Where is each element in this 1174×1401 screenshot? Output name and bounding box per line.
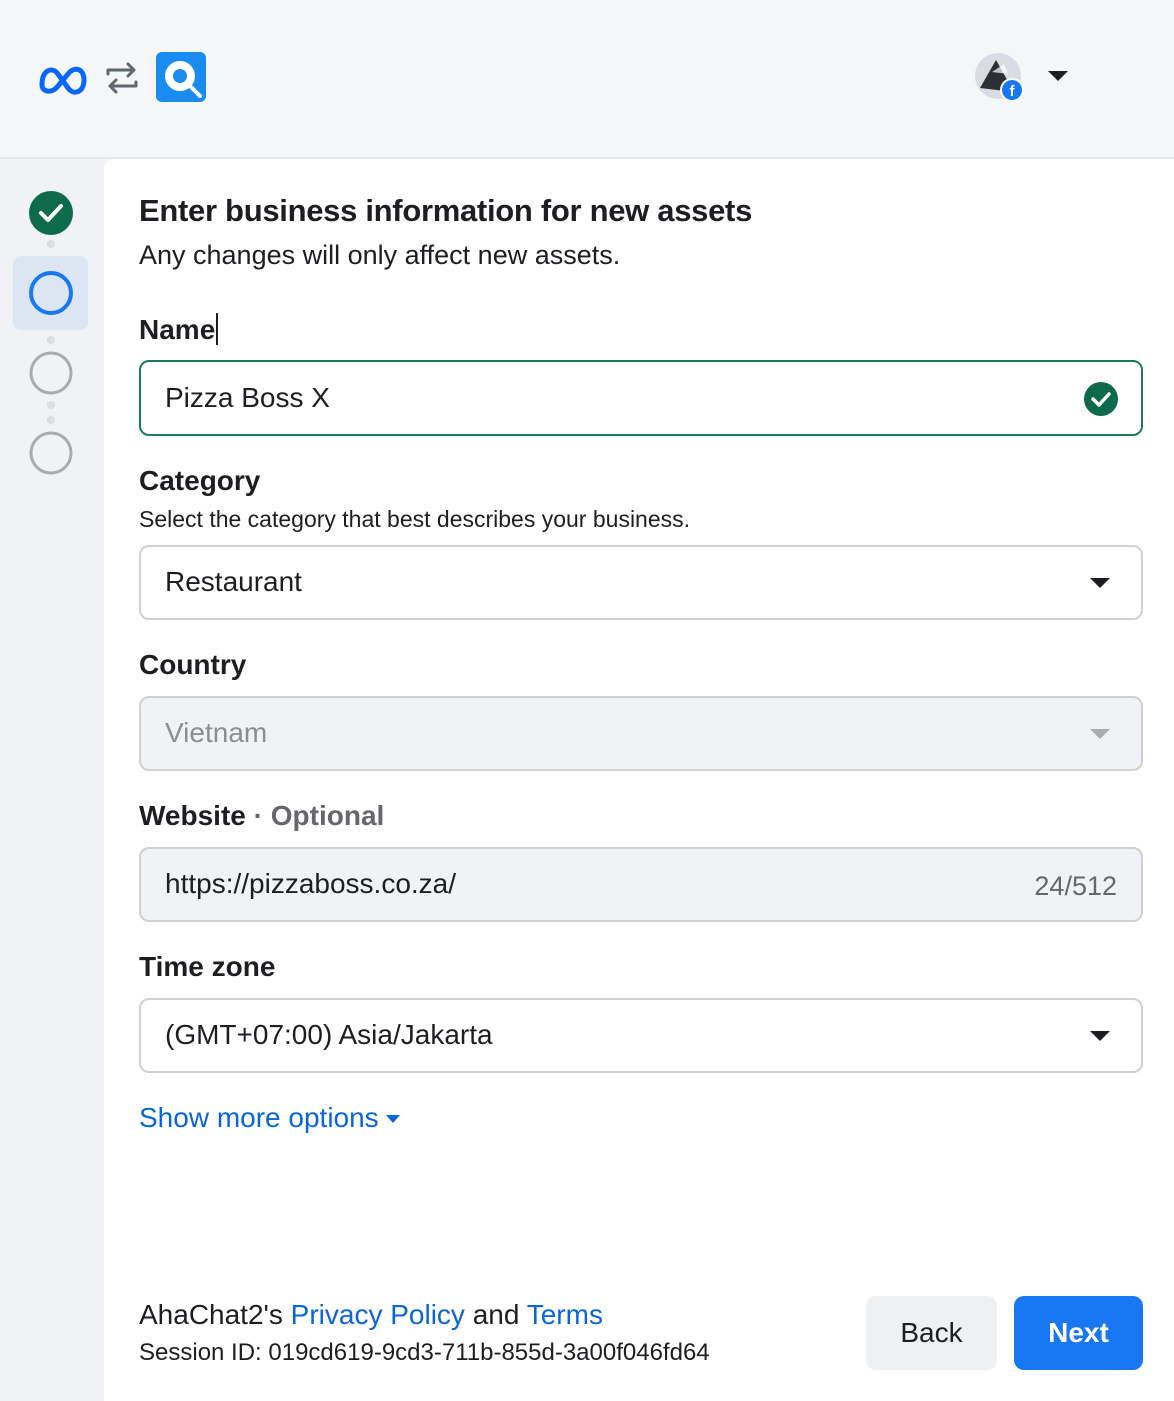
terms-link[interactable]: Terms — [527, 1299, 603, 1330]
chevron-down-icon — [1090, 1031, 1110, 1041]
step-sidebar — [0, 159, 104, 1401]
back-button[interactable]: Back — [866, 1296, 997, 1370]
timezone-label: Time zone — [139, 951, 276, 982]
website-value: https://pizzaboss.co.za/ — [165, 868, 457, 899]
website-input[interactable]: https://pizzaboss.co.za/ 24/512 — [139, 847, 1143, 922]
page-title: Enter business information for new asset… — [139, 193, 753, 228]
legal-text: AhaChat2's Privacy Policy and Terms — [139, 1299, 603, 1331]
chevron-down-icon — [1090, 729, 1110, 739]
page-subtitle: Any changes will only affect new assets. — [139, 240, 621, 270]
step-complete-icon — [29, 191, 73, 235]
legal-prefix: AhaChat2's — [139, 1299, 291, 1330]
category-value: Restaurant — [165, 566, 302, 597]
character-counter: 24/512 — [1034, 871, 1117, 901]
optional-tag: · Optional — [253, 800, 385, 831]
form-panel — [104, 159, 1174, 1401]
swap-arrows-icon — [106, 62, 138, 94]
name-input[interactable]: Pizza Boss X — [139, 360, 1143, 436]
country-value: Vietnam — [165, 717, 268, 748]
country-select: Vietnam — [139, 696, 1143, 771]
chevron-down-icon — [385, 1115, 400, 1123]
show-more-label: Show more options — [139, 1102, 379, 1133]
privacy-policy-link[interactable]: Privacy Policy — [291, 1299, 465, 1330]
step-connector — [47, 336, 55, 344]
show-more-options-link[interactable]: Show more options — [139, 1102, 401, 1134]
category-label: Category — [139, 465, 261, 496]
text-caret — [216, 313, 219, 345]
category-select[interactable]: Restaurant — [139, 545, 1143, 620]
chevron-down-icon — [1090, 578, 1110, 588]
timezone-value: (GMT+07:00) Asia/Jakarta — [165, 1019, 493, 1050]
step-connector — [47, 401, 55, 409]
ahachat-logo-icon — [156, 52, 206, 102]
next-button[interactable]: Next — [1014, 1296, 1143, 1370]
category-help: Select the category that best describes … — [139, 506, 691, 532]
account-dropdown-icon[interactable] — [1045, 66, 1071, 86]
top-bar: f — [0, 0, 1174, 157]
step-connector — [47, 416, 55, 424]
session-id: Session ID: 019cd619-9cd3-711b-855d-3a00… — [139, 1339, 710, 1366]
step-pending-icon — [29, 431, 73, 475]
avatar[interactable]: f — [974, 52, 1026, 104]
step-active-icon — [29, 271, 73, 315]
country-label: Country — [139, 649, 247, 680]
meta-logo-icon — [39, 66, 87, 95]
legal-and: and — [464, 1299, 527, 1330]
name-value: Pizza Boss X — [165, 382, 330, 413]
step-connector — [47, 240, 55, 248]
step-pending-icon — [29, 351, 73, 395]
website-label: Website · Optional — [139, 800, 385, 831]
name-label: Name — [139, 313, 219, 346]
timezone-select[interactable]: (GMT+07:00) Asia/Jakarta — [139, 998, 1143, 1073]
valid-check-icon — [1084, 382, 1118, 416]
